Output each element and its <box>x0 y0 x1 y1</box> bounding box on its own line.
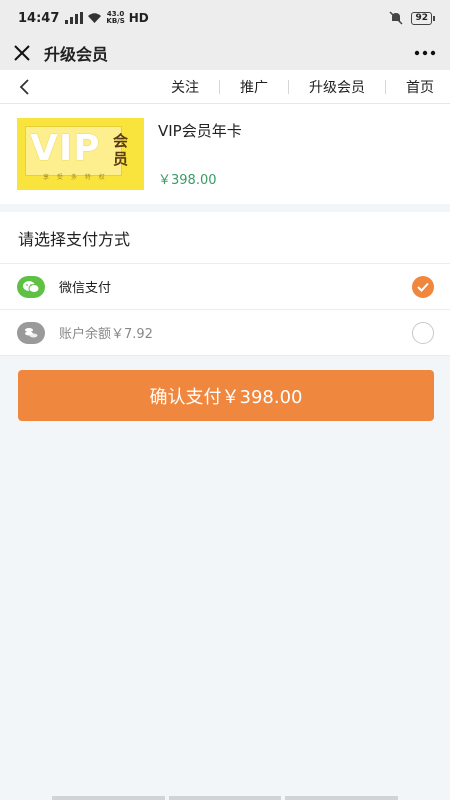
payment-option-balance[interactable]: 账户余额￥7.92 <box>0 310 450 356</box>
divider <box>219 79 220 94</box>
page-title: 升级会员 <box>44 45 109 64</box>
coins-icon <box>17 321 45 344</box>
mute-icon <box>389 11 403 25</box>
vip-image-vertical-text: 会员 <box>113 132 129 168</box>
checked-radio-icon[interactable] <box>412 275 434 298</box>
nav-home[interactable]: 首页 <box>406 77 434 97</box>
divider <box>385 79 386 94</box>
wifi-icon <box>88 13 102 23</box>
nav-bar: 关注 推广 升级会员 首页 <box>0 70 450 104</box>
nav-follow[interactable]: 关注 <box>171 77 199 97</box>
vip-image-text: VIP <box>30 128 101 169</box>
hd-indicator: HD <box>128 11 149 25</box>
back-icon[interactable] <box>16 77 36 97</box>
title-bar: 升级会员 <box>0 36 450 70</box>
vip-image-tiny-text: 享 受 多 特 权 <box>43 174 108 181</box>
signal-icon <box>65 12 84 24</box>
status-time: 14:47 <box>18 10 60 26</box>
nav-upgrade-member[interactable]: 升级会员 <box>309 77 365 97</box>
payment-heading: 请选择支付方式 <box>0 212 450 264</box>
status-bar: 14:47 43.0 KB/S HD 92 <box>0 0 450 36</box>
product-price: ￥398.00 <box>158 173 217 188</box>
divider <box>288 79 289 94</box>
nav-promote[interactable]: 推广 <box>240 77 268 97</box>
battery-indicator: 92 <box>411 11 435 25</box>
network-speed: 43.0 KB/S <box>106 10 125 25</box>
confirm-payment-button[interactable]: 确认支付￥398.00 <box>18 370 434 421</box>
close-icon[interactable] <box>14 45 30 61</box>
product-name: VIP会员年卡 <box>158 122 242 140</box>
unchecked-radio-icon[interactable] <box>412 321 434 344</box>
bottom-indicator <box>0 796 450 800</box>
wechat-icon <box>17 275 45 298</box>
payment-label-wechat: 微信支付 <box>59 281 112 296</box>
vip-card-image: VIP 会员 享 受 多 特 权 <box>17 118 144 190</box>
product-card: VIP 会员 享 受 多 特 权 VIP会员年卡 ￥398.00 <box>0 104 450 204</box>
payment-label-balance: 账户余额￥7.92 <box>59 327 153 342</box>
payment-option-wechat[interactable]: 微信支付 <box>0 264 450 310</box>
more-icon[interactable] <box>414 50 436 56</box>
